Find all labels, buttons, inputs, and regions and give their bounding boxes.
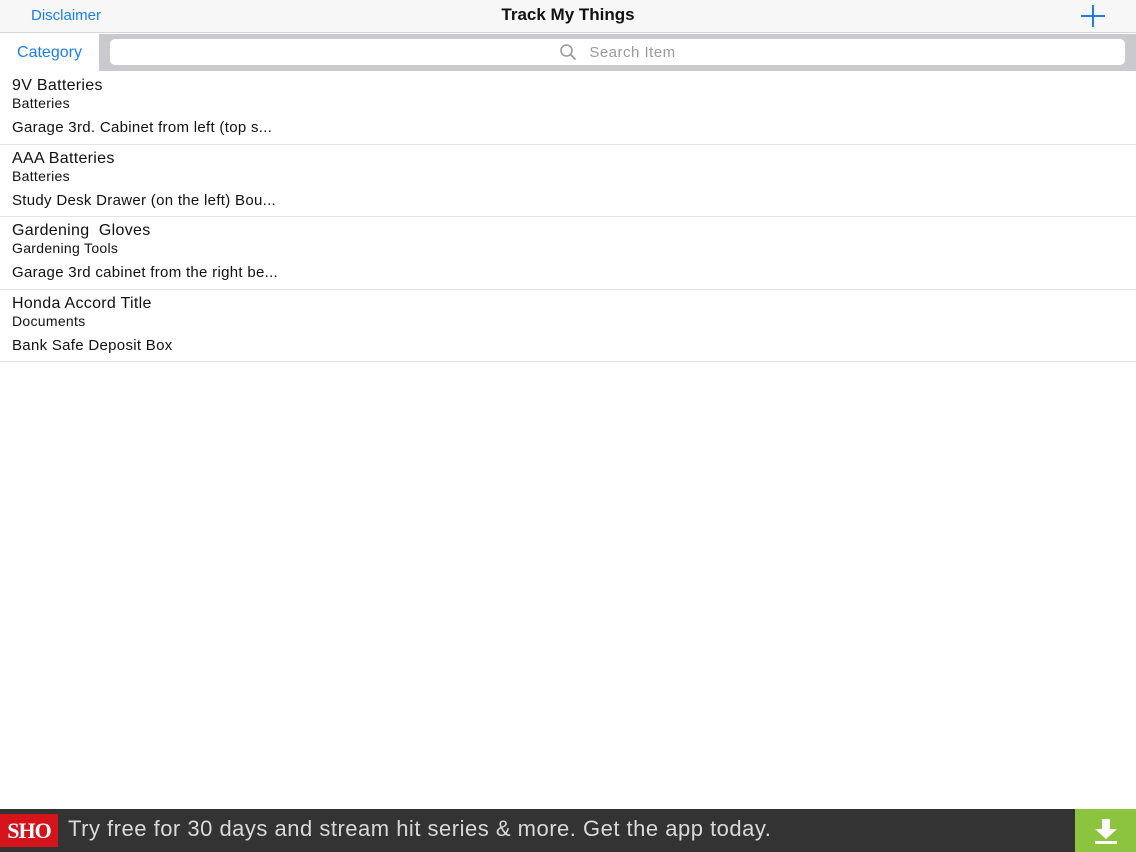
list-item[interactable]: 9V Batteries Batteries Garage 3rd. Cabin… xyxy=(0,72,1136,145)
item-location: Bank Safe Deposit Box xyxy=(12,336,173,354)
item-location: Garage 3rd. Cabinet from left (top s... xyxy=(12,119,273,136)
list-item[interactable]: AAA Batteries Batteries Study Desk Drawe… xyxy=(0,145,1136,217)
download-icon xyxy=(1094,818,1117,844)
item-location: Garage 3rd cabinet from the right be... xyxy=(12,264,279,281)
item-name: Honda Accord Title xyxy=(12,294,152,312)
item-category: Batteries xyxy=(12,167,70,184)
item-name: 9V Batteries xyxy=(12,77,103,94)
item-category: Documents xyxy=(12,312,86,329)
add-item-button[interactable] xyxy=(1078,2,1108,30)
search-bar: Category Search Item xyxy=(0,34,1136,71)
search-placeholder: Search Item xyxy=(589,43,676,61)
item-list: 9V Batteries Batteries Garage 3rd. Cabin… xyxy=(0,72,1136,362)
list-item[interactable]: Gardening Gloves Gardening Tools Garage … xyxy=(0,217,1136,290)
navigation-bar: Disclaimer Track My Things xyxy=(0,0,1136,33)
list-item[interactable]: Honda Accord Title Documents Bank Safe D… xyxy=(0,290,1136,362)
item-name: AAA Batteries xyxy=(12,149,115,167)
showtime-logo: SHO xyxy=(0,814,58,847)
item-location: Study Desk Drawer (on the left) Bou... xyxy=(12,191,277,209)
ad-download-button[interactable] xyxy=(1075,809,1136,852)
item-category: Gardening Tools xyxy=(12,240,119,256)
search-icon xyxy=(559,42,579,62)
item-name: Gardening Gloves xyxy=(12,222,151,239)
category-button[interactable]: Category xyxy=(0,34,99,71)
ad-text: Try free for 30 days and stream hit seri… xyxy=(68,816,772,841)
page-title: Track My Things xyxy=(501,5,635,24)
item-category: Batteries xyxy=(12,95,70,111)
plus-icon xyxy=(1081,5,1105,27)
ad-banner[interactable]: SHO Try free for 30 days and stream hit … xyxy=(0,809,1136,852)
search-input[interactable]: Search Item xyxy=(110,39,1125,65)
